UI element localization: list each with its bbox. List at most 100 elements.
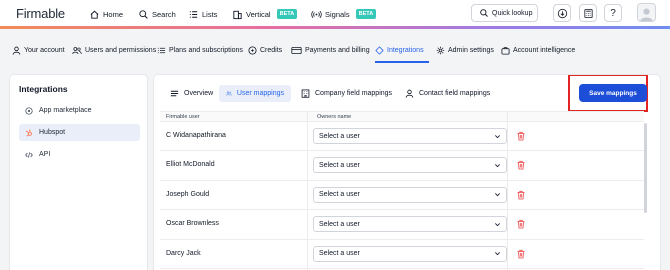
settings-tab-credits[interactable]: Credits: [248, 46, 282, 55]
table-scrollbar[interactable]: [644, 123, 647, 213]
settings-tab-your-account[interactable]: Your account: [12, 46, 65, 55]
quick-lookup-label: Quick lookup: [492, 9, 533, 17]
building-icon: [233, 10, 242, 19]
settings-tab-integrations[interactable]: Integrations: [375, 46, 424, 55]
firmable-user-name: Joseph Gould: [166, 190, 210, 198]
nav-lists-label: Lists: [202, 9, 218, 19]
column-divider: [307, 111, 308, 270]
owner-select[interactable]: Select a user: [313, 186, 507, 203]
tab-label: Company field mappings: [315, 90, 393, 97]
download-button[interactable]: [553, 4, 571, 22]
trash-icon[interactable]: [516, 249, 526, 259]
trash-icon[interactable]: [516, 190, 526, 200]
card-icon: [291, 46, 302, 55]
active-tab-underline: [375, 61, 429, 63]
sidebar-item-label: API: [39, 151, 51, 158]
logo[interactable]: Firmable: [16, 6, 65, 21]
credits-icon: [248, 46, 257, 55]
calculator-button[interactable]: [579, 4, 597, 22]
owner-select-value: Select a user: [319, 161, 360, 169]
integrations-sidebar: Integrations App marketplace Hubspot API: [9, 74, 148, 270]
nav-home[interactable]: Home: [89, 7, 123, 21]
owner-select[interactable]: Select a user: [313, 245, 507, 262]
trash-icon[interactable]: [516, 160, 526, 170]
table-row: Darcy Jack Select a user: [160, 240, 644, 269]
nav-signals[interactable]: Signals BETA: [311, 7, 377, 21]
nav-signals-label: Signals: [325, 9, 350, 19]
help-button[interactable]: ?: [604, 4, 622, 22]
trash-icon[interactable]: [516, 219, 526, 229]
building-icon: [301, 89, 310, 98]
sidebar-item-hubspot[interactable]: Hubspot: [19, 124, 140, 141]
firmable-user-name: Oscar Brownless: [166, 220, 219, 228]
tab-label: Contact field mappings: [419, 90, 491, 97]
plans-icon: [157, 47, 166, 54]
chevron-down-icon: [495, 222, 500, 226]
chevron-down-icon: [495, 164, 500, 168]
quick-lookup-button[interactable]: Quick lookup: [471, 4, 538, 22]
user-icon: [405, 89, 414, 98]
user-mappings-table: Firmable user Owners name C Widanapathir…: [160, 111, 644, 270]
user-mappings-panel: Overview User mappings Company field map…: [153, 74, 661, 270]
marketplace-icon: [25, 106, 33, 115]
settings-tab-label: Plans and subscriptions: [169, 47, 243, 54]
avatar[interactable]: [637, 3, 656, 22]
briefcase-icon: [501, 47, 510, 55]
search-icon: [480, 9, 488, 17]
nav-search-label: Search: [152, 9, 176, 19]
table-row: Oscar Brownless Select a user: [160, 210, 644, 240]
owner-select-value: Select a user: [319, 220, 360, 228]
tab-label: User mappings: [236, 90, 284, 97]
firmable-user-name: Darcy Jack: [166, 249, 201, 257]
calculator-icon: [583, 8, 593, 18]
settings-tab-label: Account intelligence: [513, 47, 576, 54]
users-icon: [72, 47, 82, 55]
settings-nav: Your account Users and permissions Plans…: [0, 42, 670, 64]
owner-select[interactable]: Select a user: [313, 128, 507, 144]
table-row: Elliot McDonald Select a user: [160, 151, 644, 181]
tab-user-mappings[interactable]: User mappings: [219, 85, 291, 102]
user-icon: [12, 46, 21, 55]
settings-tab-label: Credits: [260, 47, 283, 54]
sidebar-item-api[interactable]: API: [19, 146, 140, 163]
chevron-down-icon: [495, 193, 500, 197]
owner-select[interactable]: Select a user: [313, 157, 507, 174]
settings-tab-label: Payments and billing: [305, 47, 370, 54]
column-header-owners-name: Owners name: [317, 114, 352, 120]
settings-tab-label: Your account: [24, 47, 65, 54]
column-divider: [507, 111, 508, 270]
table-header: Firmable user Owners name: [160, 111, 644, 122]
firmable-user-name: C Widanapathirana: [166, 132, 226, 139]
integrations-icon: [375, 46, 384, 55]
chevron-down-icon: [495, 252, 500, 256]
nav-lists[interactable]: Lists: [188, 7, 217, 21]
hubspot-icon: [25, 128, 32, 137]
trash-icon[interactable]: [516, 131, 526, 141]
code-icon: [25, 151, 33, 158]
users-icon: [226, 91, 232, 96]
menu-icon: [170, 90, 179, 97]
nav-search[interactable]: Search: [138, 7, 176, 21]
tab-company-field-mappings[interactable]: Company field mappings: [294, 85, 399, 102]
sidebar-title: Integrations: [19, 84, 68, 94]
tab-contact-field-mappings[interactable]: Contact field mappings: [398, 85, 497, 102]
owner-select[interactable]: Select a user: [313, 216, 507, 233]
owner-select-value: Select a user: [319, 191, 360, 199]
settings-tab-payments-and-billing[interactable]: Payments and billing: [291, 46, 370, 55]
settings-tab-account-intelligence[interactable]: Account intelligence: [501, 46, 575, 55]
owner-select-value: Select a user: [319, 132, 360, 140]
question-mark-icon: ?: [610, 7, 616, 19]
save-mappings-button[interactable]: Save mappings: [579, 84, 647, 102]
tab-overview[interactable]: Overview: [163, 85, 220, 102]
settings-tab-label: Integrations: [387, 47, 424, 54]
settings-tab-users-and-permissions[interactable]: Users and permissions: [72, 46, 156, 55]
home-icon: [90, 10, 99, 19]
sidebar-item-app-marketplace[interactable]: App marketplace: [19, 102, 140, 119]
settings-tab-plans-and-subscriptions[interactable]: Plans and subscriptions: [157, 46, 243, 55]
tab-label: Overview: [184, 90, 214, 97]
settings-tab-label: Admin settings: [448, 47, 494, 54]
nav-vertical-label: Vertical: [246, 9, 271, 19]
nav-vertical[interactable]: Vertical BETA: [232, 7, 298, 21]
top-bar: Firmable Home Search Lists Vertical BETA…: [0, 0, 670, 28]
settings-tab-admin-settings[interactable]: Admin settings: [436, 46, 494, 55]
